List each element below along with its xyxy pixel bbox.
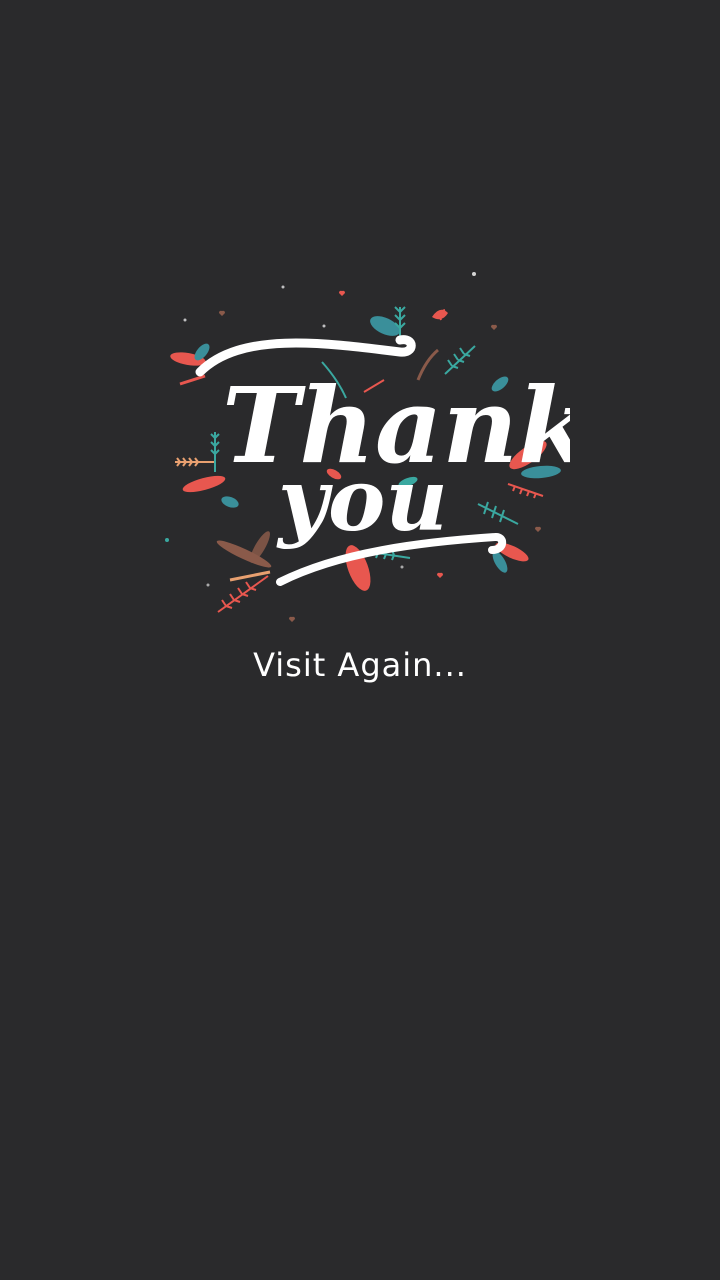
visit-again-text: Visit Again... xyxy=(253,646,467,684)
you-lettering: you xyxy=(276,450,448,551)
thank-you-screen: Thank you Visit Again... xyxy=(0,0,720,1280)
thank-you-illustration: Thank you xyxy=(160,262,570,632)
